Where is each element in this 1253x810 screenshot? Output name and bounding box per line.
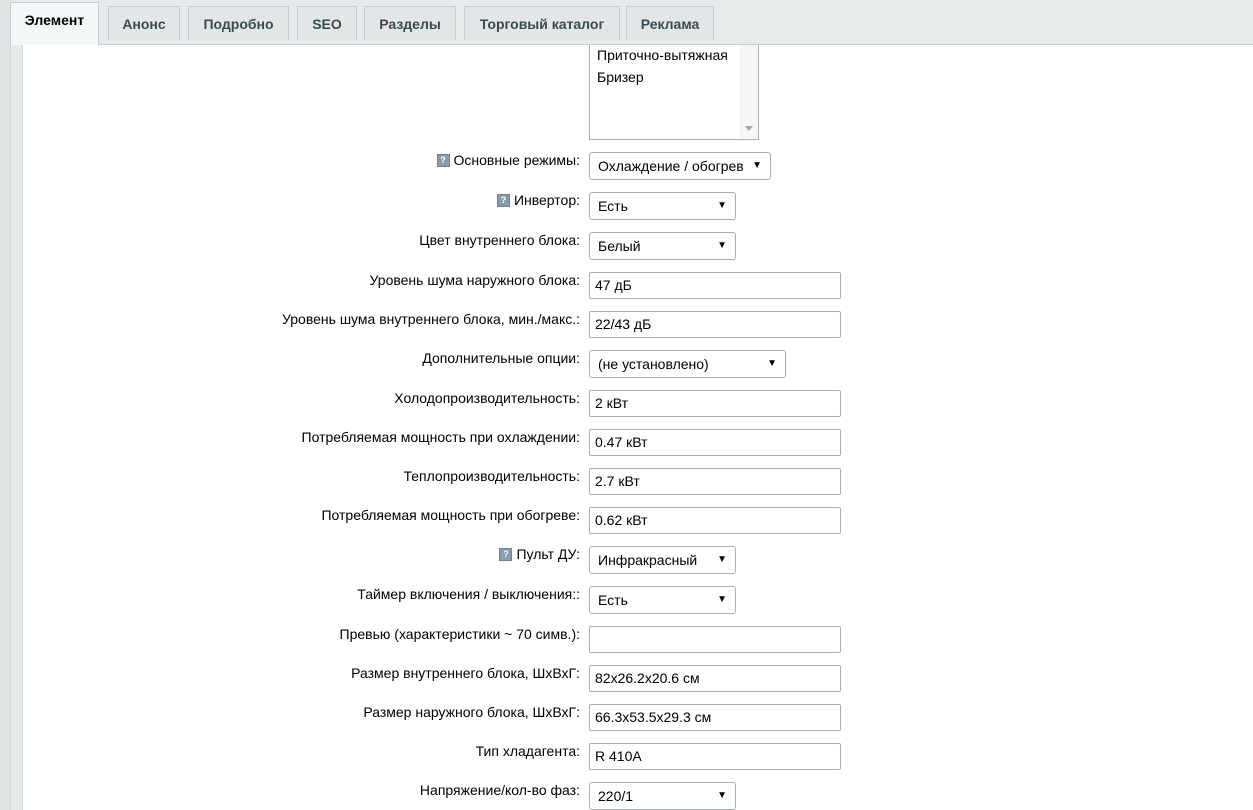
modes-select[interactable]: Охлаждение / обогрев ▼ [589, 152, 771, 180]
cooling-power-input[interactable]: 0.47 кВт [589, 429, 841, 456]
chevron-down-icon: ▼ [717, 554, 727, 565]
outdoor-noise-label: Уровень шума наружного блока: [369, 272, 580, 288]
indoor-size-input[interactable]: 82x26.2x20.6 см [589, 665, 841, 692]
outdoor-size-input[interactable]: 66.3x53.5x29.3 см [589, 704, 841, 731]
indoor-size-label: Размер внутреннего блока, ШхВхГ: [351, 665, 580, 681]
tab-trade-catalog[interactable]: Торговый каталог [464, 6, 620, 40]
cooling-capacity-label: Холодопроизводительность: [394, 390, 580, 406]
tab-announce[interactable]: Анонс [108, 6, 180, 40]
heating-power-input[interactable]: 0.62 кВт [589, 507, 841, 534]
tab-sections[interactable]: Разделы [364, 6, 456, 40]
indoor-noise-label: Уровень шума внутреннего блока, мин./мак… [282, 311, 580, 327]
remote-label: ? Пульт ДУ: [499, 546, 580, 562]
tab-ads[interactable]: Реклама [626, 6, 714, 40]
help-icon[interactable]: ? [499, 548, 513, 561]
refrigerant-input[interactable]: R 410A [589, 743, 841, 770]
preview-input[interactable] [589, 626, 841, 653]
cooling-power-label: Потребляемая мощность при охлаждении: [301, 429, 580, 445]
indoor-color-select[interactable]: Белый ▼ [589, 232, 736, 260]
heating-power-label: Потребляемая мощность при обогреве: [321, 507, 580, 523]
voltage-select[interactable]: 220/1 ▼ [589, 782, 736, 810]
help-icon[interactable]: ? [436, 154, 450, 167]
listbox-option[interactable]: Бризер [597, 69, 644, 85]
indoor-color-label: Цвет внутреннего блока: [419, 232, 580, 248]
inverter-label: ? Инвертор: [496, 192, 580, 208]
tab-seo[interactable]: SEO [297, 6, 357, 40]
left-rail [0, 0, 11, 810]
tabs-bar: Элемент Анонс Подробно SEO Разделы Торго… [10, 0, 1253, 45]
outdoor-noise-input[interactable]: 47 дБ [589, 272, 841, 299]
admin-edit-form: Элемент Анонс Подробно SEO Разделы Торго… [0, 0, 1253, 810]
tab-details[interactable]: Подробно [188, 6, 289, 40]
listbox-option[interactable]: Приточно-вытяжная [597, 47, 728, 63]
outdoor-size-label: Размер наружного блока, ШхВхГ: [363, 704, 580, 720]
tab-element[interactable]: Элемент [10, 2, 99, 45]
timer-select[interactable]: Есть ▼ [589, 586, 736, 614]
type-listbox[interactable]: Приточно-вытяжная Бризер [589, 45, 759, 140]
refrigerant-label: Тип хладагента: [475, 743, 580, 759]
chevron-down-icon: ▼ [717, 790, 727, 801]
listbox-scrollbar[interactable] [740, 45, 758, 139]
timer-label: Таймер включения / выключения:: [357, 586, 580, 602]
heating-capacity-label: Теплопроизводительность: [403, 468, 580, 484]
chevron-down-icon: ▼ [752, 160, 762, 171]
heating-capacity-input[interactable]: 2.7 кВт [589, 468, 841, 495]
inverter-select[interactable]: Есть ▼ [589, 192, 736, 220]
preview-label: Превью (характеристики ~ 70 симв.): [339, 626, 580, 642]
cooling-capacity-input[interactable]: 2 кВт [589, 390, 841, 417]
voltage-label: Напряжение/кол-во фаз: [419, 782, 580, 798]
chevron-down-icon: ▼ [767, 358, 777, 369]
extra-options-select[interactable]: (не установлено) ▼ [589, 350, 786, 378]
indoor-noise-input[interactable]: 22/43 дБ [589, 311, 841, 338]
scroll-down-arrow-icon[interactable] [745, 126, 753, 131]
remote-select[interactable]: Инфракрасный ▼ [589, 546, 736, 574]
chevron-down-icon: ▼ [717, 594, 727, 605]
chevron-down-icon: ▼ [717, 240, 727, 251]
help-icon[interactable]: ? [496, 194, 510, 207]
modes-label: ? Основные режимы: [436, 152, 580, 168]
chevron-down-icon: ▼ [717, 200, 727, 211]
extra-options-label: Дополнительные опции: [422, 350, 580, 366]
